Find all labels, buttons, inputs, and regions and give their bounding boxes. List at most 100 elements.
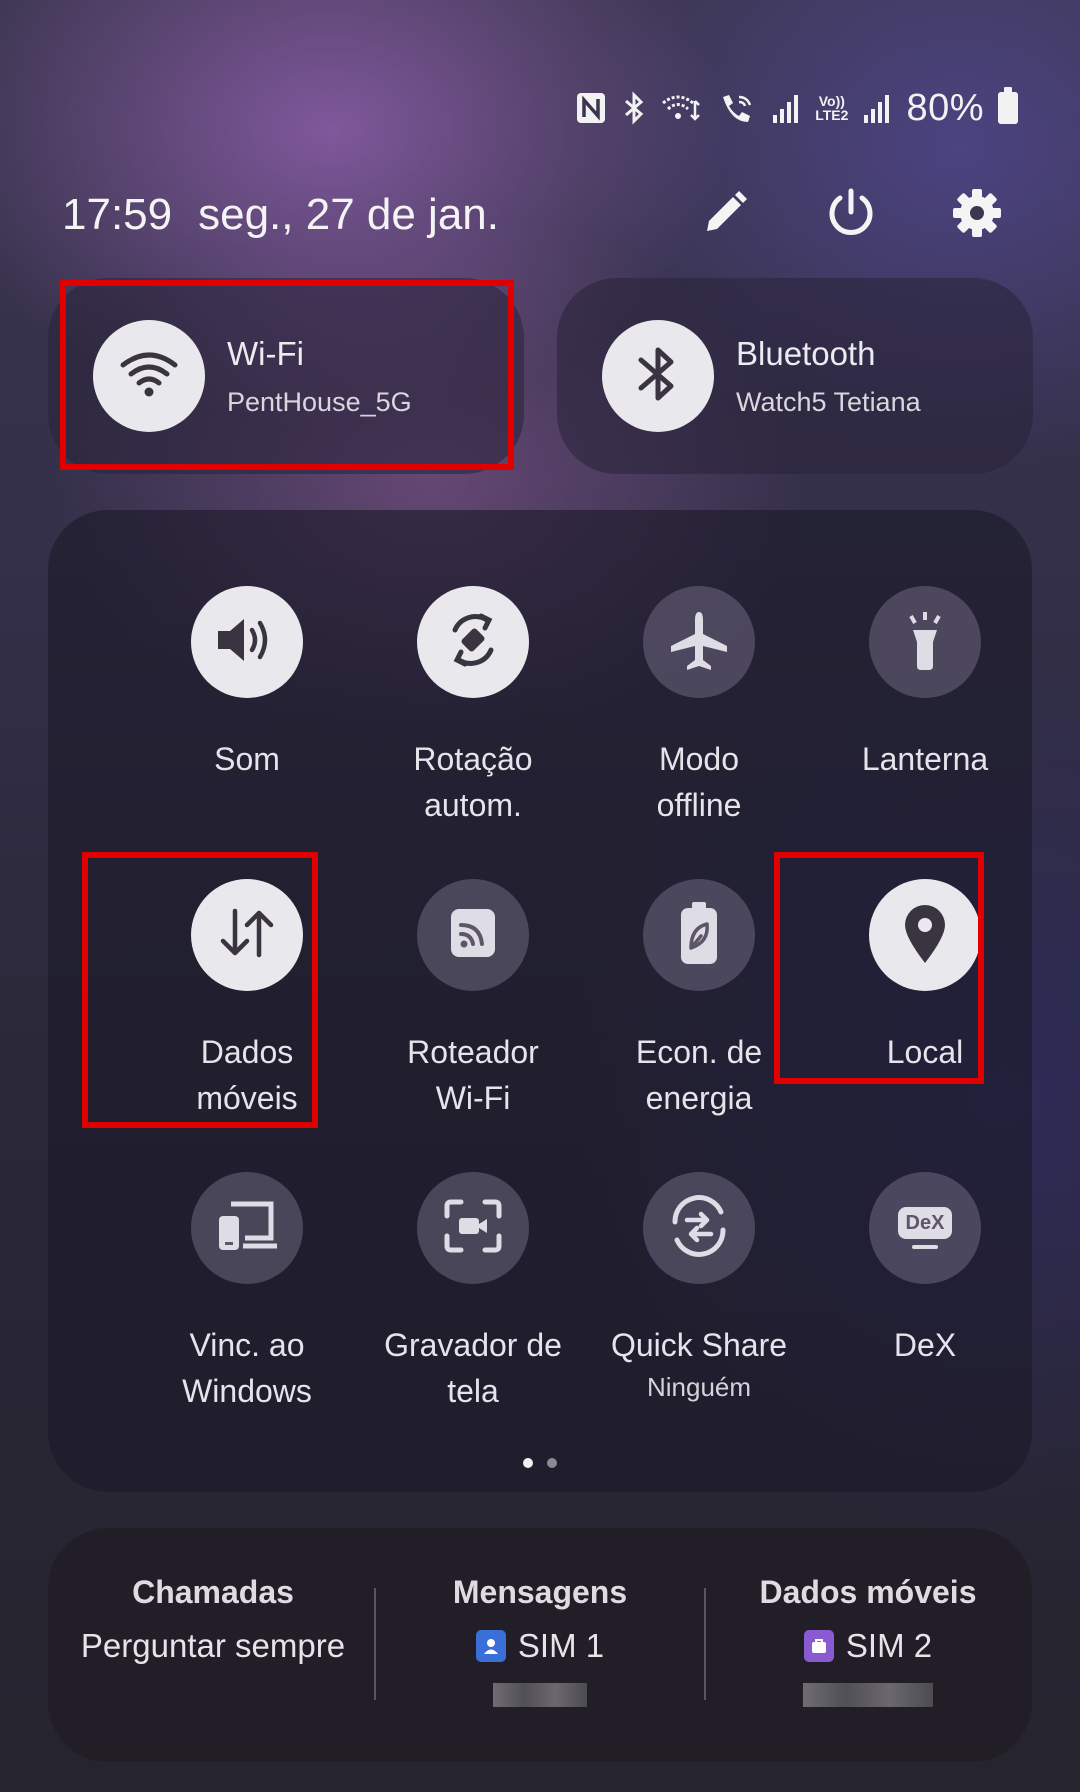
wifi-tile[interactable]: Wi-Fi PentHouse_5G [48, 278, 524, 474]
sim-messages-value: SIM 1 [392, 1627, 688, 1665]
page-indicator [48, 1458, 1032, 1468]
sim-mobile-data-sim: SIM 2 [845, 1627, 933, 1664]
sim-messages[interactable]: Mensagens SIM 1 [392, 1574, 688, 1707]
date[interactable]: seg., 27 de jan. [198, 190, 499, 240]
sim-calls-title: Chamadas [132, 1574, 294, 1610]
clock[interactable]: 17:59 [62, 190, 172, 240]
tile-screen-recorder[interactable]: Gravador de tela [360, 1172, 586, 1414]
wifi-label: Wi-Fi [227, 334, 304, 372]
settings-icon [951, 187, 1003, 244]
location-toggle[interactable] [869, 879, 981, 991]
wifi-call-icon [719, 91, 757, 125]
tile-location[interactable]: Local [812, 879, 1038, 1075]
mobile-data-icon [215, 905, 279, 966]
edit-button[interactable] [694, 184, 756, 246]
bluetooth-icon [633, 342, 683, 411]
bluetooth-tile[interactable]: Bluetooth Watch5 Tetiana [557, 278, 1033, 474]
tile-dex[interactable]: DeX DeX [812, 1172, 1038, 1368]
bluetooth-device-name: Watch5 Tetiana [736, 386, 921, 417]
bluetooth-icon [621, 91, 647, 125]
redacted-number [803, 1683, 933, 1707]
signal-icon [771, 91, 801, 125]
tile-label: Local [886, 1034, 964, 1070]
settings-button[interactable] [946, 184, 1008, 246]
tile-label: Econ. de energia [635, 1034, 763, 1116]
tile-flashlight[interactable]: Lanterna [812, 586, 1038, 782]
battery-icon [998, 87, 1018, 124]
mobile-data-toggle[interactable] [191, 879, 303, 991]
sim-mobile-data-value: SIM 2 [720, 1627, 1016, 1665]
tile-sublabel: Ninguém [646, 1372, 752, 1402]
quick-share-toggle[interactable] [643, 1172, 755, 1284]
redacted-number [493, 1683, 587, 1707]
quick-share-icon [667, 1194, 731, 1263]
bluetooth-label: Bluetooth [736, 334, 876, 372]
status-bar: Vo)) LTE2 80% [575, 86, 1018, 130]
wifi-icon [119, 349, 179, 404]
tile-mobile-data[interactable]: Dados móveis [134, 879, 360, 1121]
page-dot-active[interactable] [523, 1458, 533, 1468]
tile-label: Dados móveis [196, 1034, 298, 1116]
quick-settings-grid: Som Rotação autom. Modo offline Lanterna [48, 510, 1032, 1492]
wifi-toggle[interactable] [93, 320, 205, 432]
divider [704, 1588, 706, 1700]
auto-rotate-icon [441, 608, 505, 677]
sim-calls[interactable]: Chamadas Perguntar sempre [68, 1574, 358, 1665]
sim2-icon [803, 1630, 834, 1662]
tile-label: Roteador Wi-Fi [407, 1034, 539, 1116]
tile-airplane-mode[interactable]: Modo offline [586, 586, 812, 828]
wifi-calling-icon [661, 91, 705, 125]
divider [374, 1588, 376, 1700]
quick-panel-header: 17:59 seg., 27 de jan. [62, 185, 1018, 245]
tile-quick-share[interactable]: Quick Share Ninguém [586, 1172, 812, 1403]
wifi-network-name: PentHouse_5G [227, 386, 412, 417]
bluetooth-toggle[interactable] [602, 320, 714, 432]
dex-toggle[interactable]: DeX [869, 1172, 981, 1284]
sim-mobile-data-title: Dados móveis [759, 1574, 977, 1610]
page-dot[interactable] [547, 1458, 557, 1468]
airplane-mode-toggle[interactable] [643, 586, 755, 698]
battery-percent: 80% [906, 86, 984, 129]
sim1-icon [475, 1630, 506, 1662]
hotspot-icon [448, 906, 498, 965]
tile-label: Quick Share [610, 1327, 788, 1363]
power-saving-icon [677, 900, 721, 971]
sim-messages-sim: SIM 1 [517, 1627, 605, 1664]
volte-icon: Vo)) LTE2 [815, 93, 849, 123]
tile-label: Lanterna [861, 741, 989, 777]
location-icon [899, 901, 951, 970]
tile-label: Modo offline [656, 741, 742, 823]
power-icon [824, 186, 878, 245]
signal-icon [862, 91, 892, 125]
tile-label: DeX [893, 1327, 957, 1363]
sim-mobile-data[interactable]: Dados móveis SIM 2 [720, 1574, 1016, 1707]
dex-icon: DeX [897, 1207, 953, 1249]
power-button[interactable] [820, 184, 882, 246]
airplane-icon [667, 608, 731, 677]
auto-rotate-toggle[interactable] [417, 586, 529, 698]
tile-sound[interactable]: Som [134, 586, 360, 782]
tile-wifi-hotspot[interactable]: Roteador Wi-Fi [360, 879, 586, 1121]
link-to-windows-icon [215, 1198, 279, 1259]
sim-calls-value: Perguntar sempre [80, 1627, 346, 1664]
tile-power-saving[interactable]: Econ. de energia [586, 879, 812, 1121]
power-saving-toggle[interactable] [643, 879, 755, 991]
tile-link-to-windows[interactable]: Vinc. ao Windows [134, 1172, 360, 1414]
header-actions [694, 184, 1008, 246]
flashlight-toggle[interactable] [869, 586, 981, 698]
tile-label: Rotação autom. [413, 741, 533, 823]
tile-label: Som [214, 741, 280, 777]
tile-label: Gravador de tela [384, 1327, 562, 1409]
sound-toggle[interactable] [191, 586, 303, 698]
wifi-hotspot-toggle[interactable] [417, 879, 529, 991]
sim-manager-panel: Chamadas Perguntar sempre Mensagens SIM … [48, 1528, 1032, 1762]
screen-recorder-icon [443, 1198, 503, 1259]
volume-icon [212, 612, 282, 673]
tile-label: Vinc. ao Windows [182, 1327, 312, 1409]
flashlight-icon [900, 608, 950, 677]
edit-icon [699, 187, 751, 244]
tile-auto-rotate[interactable]: Rotação autom. [360, 586, 586, 828]
screen-recorder-toggle[interactable] [417, 1172, 529, 1284]
nfc-icon [575, 91, 607, 125]
link-to-windows-toggle[interactable] [191, 1172, 303, 1284]
